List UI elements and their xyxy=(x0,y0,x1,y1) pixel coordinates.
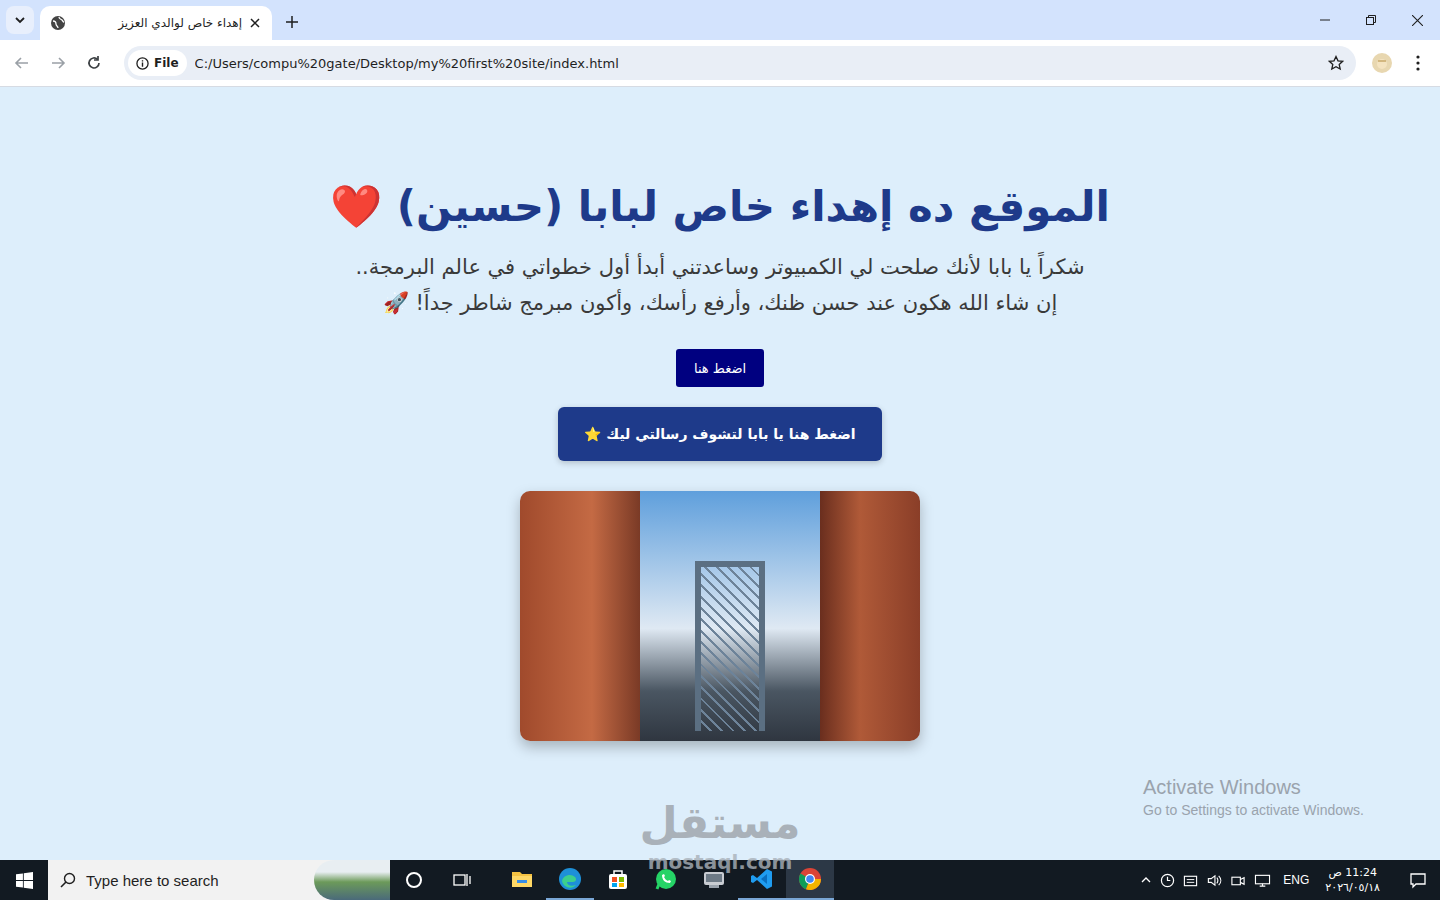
site-info-chip[interactable]: File xyxy=(128,50,187,76)
message-line: إن شاء الله هكون عند حسن ظنك، وأرفع رأسك… xyxy=(355,285,1084,321)
chevron-up-icon[interactable] xyxy=(1140,874,1152,886)
bridge-photo xyxy=(520,491,920,741)
disk-utility-icon xyxy=(702,867,726,891)
tab-title: إهداء خاص لوالدي العزيز xyxy=(74,16,242,30)
meet-now-icon[interactable] xyxy=(1230,873,1246,888)
activate-windows-watermark: Activate WindowsGo to Settings to activa… xyxy=(1143,775,1364,821)
keyboard-icon[interactable] xyxy=(1183,873,1198,888)
start-button[interactable] xyxy=(0,860,48,900)
browser-tab[interactable]: إهداء خاص لوالدي العزيز xyxy=(40,6,272,40)
taskbar-app[interactable] xyxy=(498,860,546,900)
task-view-icon xyxy=(453,871,471,889)
notification-icon xyxy=(1409,871,1427,889)
close-window-button[interactable] xyxy=(1394,0,1440,40)
taskbar-app[interactable] xyxy=(594,860,642,900)
web-page: الموقع ده إهداء خاص لبابا (حسين) ❤️ شكراً… xyxy=(0,87,1440,860)
profile-face-icon xyxy=(1372,53,1392,73)
pinned-apps xyxy=(498,860,834,900)
taskbar-app[interactable] xyxy=(786,860,834,900)
chevron-down-icon xyxy=(14,14,26,26)
restore-button[interactable] xyxy=(1348,0,1394,40)
taskbar-app[interactable] xyxy=(546,860,594,900)
more-vertical-icon xyxy=(1416,55,1420,71)
taskbar-app[interactable] xyxy=(738,860,786,900)
activate-subtitle: Go to Settings to activate Windows. xyxy=(1143,799,1364,821)
forward-button[interactable] xyxy=(42,47,74,79)
message-line: شكراً يا بابا لأنك صلحت لي الكمبيوتر وسا… xyxy=(355,249,1084,285)
vscode-icon xyxy=(750,867,774,891)
url-text: C:/Users/compu%20gate/Desktop/my%20first… xyxy=(195,56,1320,71)
clock-date: ٢٠٢٦/٠٥/١٨ xyxy=(1325,880,1380,895)
address-bar[interactable]: File C:/Users/compu%20gate/Desktop/my%20f… xyxy=(124,46,1356,80)
profile-avatar-icon[interactable] xyxy=(1366,47,1398,79)
minimize-button[interactable] xyxy=(1302,0,1348,40)
system-tray: ENG 11:24 ص٢٠٢٦/٠٥/١٨ xyxy=(1140,860,1440,900)
taskbar-app[interactable] xyxy=(690,860,738,900)
taskbar: Type here to search ENG 11:24 ص٢٠٢٦/٠٥/١٨ xyxy=(0,860,1440,900)
reload-icon xyxy=(86,55,102,71)
arrow-right-icon xyxy=(50,55,66,71)
reload-button[interactable] xyxy=(78,47,110,79)
network-icon[interactable] xyxy=(1254,873,1271,888)
minimize-icon xyxy=(1320,15,1330,25)
task-view-button[interactable] xyxy=(438,860,486,900)
activate-title: Activate Windows xyxy=(1143,775,1364,799)
volume-icon[interactable] xyxy=(1206,873,1222,888)
close-icon[interactable] xyxy=(250,18,260,28)
screen: إهداء خاص لوالدي العزيز File C:/Users/comp… xyxy=(0,0,1440,900)
toolbar: File C:/Users/compu%20gate/Desktop/my%20f… xyxy=(0,40,1440,87)
page-button[interactable]: اضغط هنا يا بابا لتشوف رسالتي ليك ⭐ xyxy=(558,407,881,461)
message-paragraph: شكراً يا بابا لأنك صلحت لي الكمبيوتر وسا… xyxy=(355,249,1084,321)
search-icon xyxy=(60,872,76,888)
chrome-icon xyxy=(798,867,822,891)
restore-icon xyxy=(1366,15,1376,25)
new-tab-button[interactable] xyxy=(278,8,306,36)
edge-icon xyxy=(558,867,582,891)
windows-logo-icon xyxy=(16,872,33,889)
menu-button[interactable] xyxy=(1402,47,1434,79)
page-button[interactable]: اضغط هنا xyxy=(676,349,764,387)
scheme-label: File xyxy=(154,56,179,70)
arrow-left-icon xyxy=(14,55,30,71)
page-heading: الموقع ده إهداء خاص لبابا (حسين) ❤️ xyxy=(330,179,1110,235)
clock[interactable]: 11:24 ص٢٠٢٦/٠٥/١٨ xyxy=(1317,865,1388,895)
taskbar-app[interactable] xyxy=(642,860,690,900)
close-icon xyxy=(1412,15,1423,26)
back-button[interactable] xyxy=(6,47,38,79)
store-icon xyxy=(606,867,630,891)
taskbar-search[interactable]: Type here to search xyxy=(48,860,390,900)
clock-icon[interactable] xyxy=(1160,873,1175,888)
brand-name: مستقل xyxy=(620,795,820,851)
tab-search-button[interactable] xyxy=(6,6,34,34)
folder-icon xyxy=(510,867,534,891)
search-highlight-picture xyxy=(314,860,390,900)
notifications-button[interactable] xyxy=(1396,860,1440,900)
search-placeholder: Type here to search xyxy=(86,872,304,889)
cortana-button[interactable] xyxy=(390,860,438,900)
tab-strip: إهداء خاص لوالدي العزيز xyxy=(0,0,1440,40)
star-icon[interactable] xyxy=(1328,55,1344,71)
clock-time: 11:24 ص xyxy=(1328,865,1377,880)
plus-icon xyxy=(286,16,298,28)
language-indicator[interactable]: ENG xyxy=(1283,873,1309,887)
cortana-circle-icon xyxy=(405,871,423,889)
whatsapp-icon xyxy=(654,867,678,891)
globe-icon xyxy=(50,15,66,31)
info-icon xyxy=(136,57,149,70)
